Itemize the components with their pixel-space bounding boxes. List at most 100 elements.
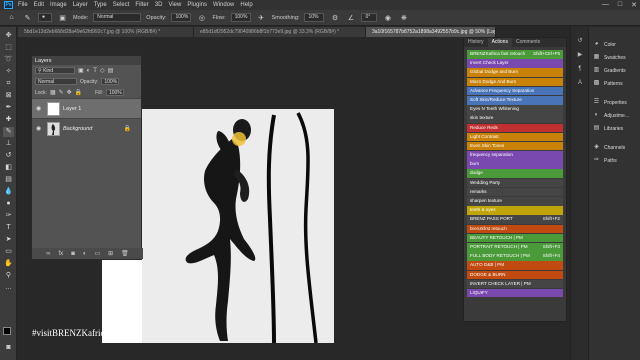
actions-icon[interactable]: ▶: [576, 51, 584, 59]
lock-position-icon[interactable]: ✥: [67, 89, 72, 96]
action-item[interactable]: teeth & eyes: [467, 206, 563, 215]
blur-tool-icon[interactable]: 💧: [3, 187, 14, 197]
menu-file[interactable]: File: [18, 2, 28, 8]
visibility-eye-icon[interactable]: ◉: [36, 125, 44, 132]
action-item[interactable]: Advance Frequency Separation: [467, 86, 563, 96]
menu-3d[interactable]: 3D: [155, 2, 163, 8]
layers-panel-header[interactable]: Layers: [32, 56, 141, 65]
action-item[interactable]: Soft Skin/Reduce Texture: [467, 95, 563, 105]
action-item[interactable]: Invert Check Layer: [467, 59, 563, 68]
action-item[interactable]: BRENZKafrica fast retouch Shift+Ctrl+F5: [467, 50, 563, 59]
maximize-button[interactable]: □: [618, 1, 622, 9]
action-item[interactable]: INVERT CHECK LAYER | PM: [467, 279, 563, 289]
hand-tool-icon[interactable]: ✋: [3, 259, 14, 269]
brush-settings-icon[interactable]: ▣: [57, 13, 68, 23]
dock-item-swatches[interactable]: ▦ Swatches: [593, 54, 626, 61]
healing-brush-tool-icon[interactable]: ✚: [3, 115, 14, 125]
foreground-color-swatch[interactable]: [3, 327, 11, 335]
tab-history[interactable]: History: [464, 38, 488, 47]
menu-plugins[interactable]: Plugins: [187, 2, 207, 8]
type-tool-icon[interactable]: T: [3, 223, 14, 233]
document-tab[interactable]: 5bd1e13d2eb668d28a49e62fd992c7.jpg @ 100…: [18, 27, 194, 37]
more-tools-icon[interactable]: …: [3, 283, 14, 293]
brush-preset-icon[interactable]: ✎: [22, 13, 33, 23]
crop-tool-icon[interactable]: ⌗: [3, 79, 14, 89]
paragraph-icon[interactable]: ¶: [576, 65, 584, 73]
pen-tool-icon[interactable]: ✑: [3, 211, 14, 221]
blend-mode-select[interactable]: Normal: [35, 78, 77, 85]
menu-image[interactable]: Image: [50, 2, 67, 8]
lock-transparent-icon[interactable]: ▦: [50, 89, 56, 96]
action-item[interactable]: sharpen texture: [467, 197, 563, 206]
angle-icon[interactable]: ∠: [345, 13, 356, 23]
symmetry-icon[interactable]: ❋: [398, 13, 409, 23]
dock-item-color[interactable]: ◕ Color: [593, 41, 616, 48]
dodge-tool-icon[interactable]: ●: [3, 199, 14, 209]
mode-select[interactable]: Normal: [93, 13, 142, 22]
action-item[interactable]: Micro Dodge And Burn: [467, 77, 563, 87]
action-item[interactable]: FULL BODY RETOUCH | PM Shift+F4: [467, 252, 563, 261]
link-icon[interactable]: ∞: [46, 251, 50, 257]
path-selection-tool-icon[interactable]: ➤: [3, 235, 14, 245]
menu-filter[interactable]: Filter: [135, 2, 148, 8]
filter-adjust-icon[interactable]: ◐: [87, 68, 91, 74]
fx-icon[interactable]: fx: [59, 251, 64, 257]
dock-item-adjustments[interactable]: ◐ Adjustme...: [593, 112, 629, 119]
fill-field[interactable]: 100%: [105, 89, 124, 96]
adjustment-icon[interactable]: ◐: [83, 251, 87, 257]
action-item[interactable]: dodge: [467, 169, 563, 179]
action-item[interactable]: frequency separation: [467, 151, 563, 160]
airbrush-icon[interactable]: ✈: [256, 13, 267, 23]
action-item[interactable]: Light Contrast: [467, 132, 563, 142]
quick-mask-icon[interactable]: ◙: [3, 343, 14, 353]
trash-icon[interactable]: 🗑: [121, 250, 129, 257]
menu-select[interactable]: Select: [113, 2, 130, 8]
filter-type-icon[interactable]: T: [93, 68, 97, 74]
action-item[interactable]: Global Dodge and Burn: [467, 68, 563, 77]
character-icon[interactable]: A: [576, 79, 584, 87]
quick-select-tool-icon[interactable]: ✧: [3, 67, 14, 77]
opacity-field[interactable]: 100%: [171, 13, 192, 22]
dock-item-paths[interactable]: ✑ Paths: [593, 157, 617, 164]
marquee-tool-icon[interactable]: ⬚: [3, 43, 14, 53]
smoothing-field[interactable]: 10%: [304, 13, 325, 22]
menu-window[interactable]: Window: [213, 2, 234, 8]
menu-help[interactable]: Help: [240, 2, 252, 8]
action-item[interactable]: remarks: [467, 187, 563, 197]
dock-item-patterns[interactable]: ▩ Patterns: [593, 80, 623, 87]
layer-row[interactable]: ◉ Background 🔒: [32, 118, 141, 138]
new-layer-icon[interactable]: ⊞: [108, 250, 113, 257]
menu-view[interactable]: View: [168, 2, 181, 8]
kind-filter-select[interactable]: ⚲ Kind: [35, 67, 75, 74]
visibility-eye-icon[interactable]: ◉: [36, 105, 44, 112]
dock-item-channels[interactable]: ◈ Channels: [593, 144, 625, 151]
history-brush-tool-icon[interactable]: ↺: [3, 151, 14, 161]
frame-tool-icon[interactable]: ⊠: [3, 91, 14, 101]
action-item[interactable]: DODGE & BURN: [467, 270, 563, 280]
dock-item-libraries[interactable]: ▤ Libraries: [593, 125, 624, 132]
action-item[interactable]: burn: [467, 160, 563, 169]
dock-item-gradients[interactable]: ▥ Gradients: [593, 67, 626, 74]
close-button[interactable]: ✕: [631, 1, 637, 9]
tab-actions[interactable]: Actions: [487, 38, 512, 47]
action-item[interactable]: BRENZ PASS PORT Shift+F2: [467, 215, 563, 224]
lock-all-icon[interactable]: 🔒: [75, 89, 82, 96]
menu-edit[interactable]: Edit: [34, 2, 44, 8]
minimize-button[interactable]: —: [602, 1, 609, 9]
layer-row[interactable]: ◉ Layer 1: [32, 98, 141, 118]
document-tab-active[interactable]: 3a10f165787b8752a1898a3492557b9c.jpg @ 5…: [366, 27, 496, 37]
history-icon[interactable]: ↺: [576, 37, 584, 45]
pressure-opacity-icon[interactable]: ◎: [196, 13, 207, 23]
pressure-size-icon[interactable]: ◉: [382, 13, 393, 23]
document-tab[interactable]: e85d1df2952dc79040986b8f1b773e9.jpg @ 33…: [194, 27, 366, 37]
smoothing-options-gear-icon[interactable]: ⚙: [329, 13, 340, 23]
action-item[interactable]: Eyes N Teeth Whitening: [467, 105, 563, 114]
move-tool-icon[interactable]: ✥: [3, 31, 14, 41]
eyedropper-tool-icon[interactable]: ✒: [3, 103, 14, 113]
rectangle-tool-icon[interactable]: ▭: [3, 247, 14, 257]
action-item[interactable]: LIQUIFY: [467, 288, 563, 298]
action-item[interactable]: PORTRAIT RETOUCH | PM Shift+F3: [467, 242, 563, 252]
action-item[interactable]: BEAUTY RETOUCH | PM: [467, 233, 563, 243]
brush-size-field[interactable]: ●: [38, 13, 52, 22]
angle-field[interactable]: 0°: [361, 13, 378, 22]
